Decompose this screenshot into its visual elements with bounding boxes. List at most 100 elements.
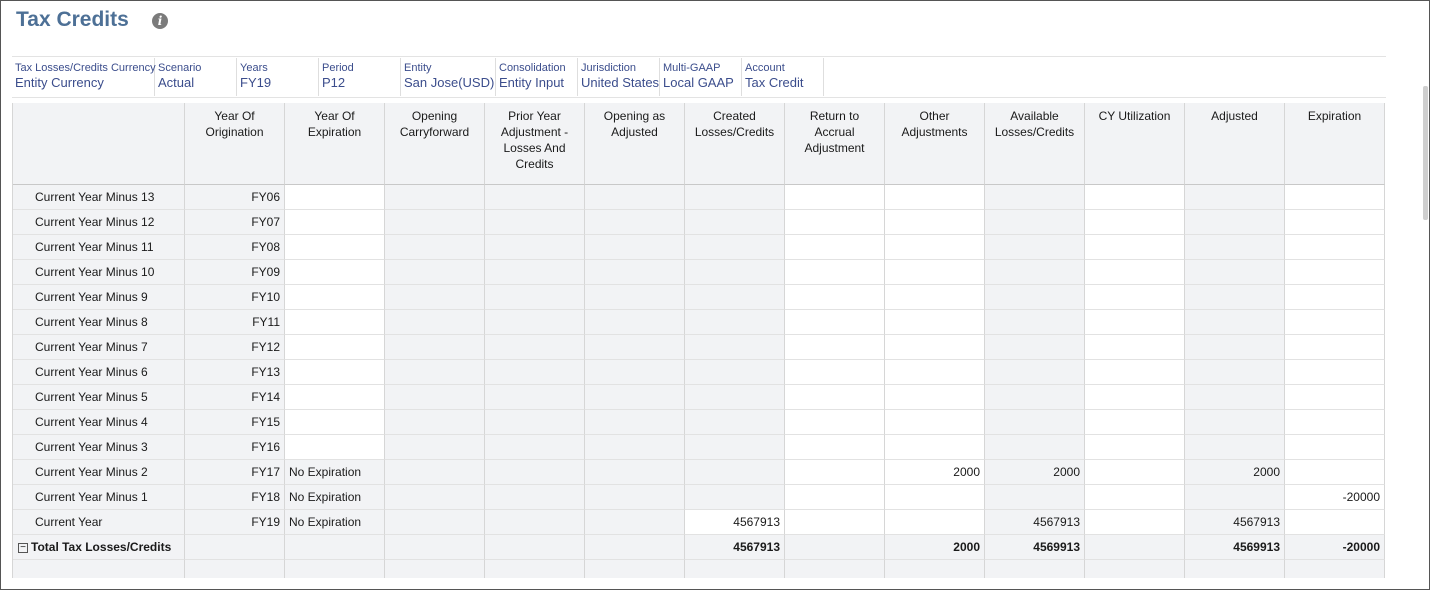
expiration-year-cell[interactable]: [285, 285, 385, 310]
pov-item-consolidation[interactable]: Consolidation Entity Input: [496, 58, 578, 96]
data-cell[interactable]: [785, 410, 885, 435]
data-cell[interactable]: [885, 435, 985, 460]
data-cell[interactable]: [1085, 510, 1185, 535]
pov-item-period[interactable]: Period P12: [319, 58, 401, 96]
data-cell[interactable]: [785, 185, 885, 210]
pov-item-account[interactable]: Account Tax Credit: [742, 58, 824, 96]
data-cell[interactable]: [1085, 485, 1185, 510]
pov-value[interactable]: Tax Credit: [745, 75, 820, 90]
data-cell[interactable]: [885, 310, 985, 335]
row-header: Current Year Minus 11: [13, 235, 185, 260]
expiration-year-cell[interactable]: [285, 410, 385, 435]
pov-value[interactable]: United States: [581, 75, 659, 90]
pov-item-years[interactable]: Years FY19: [237, 58, 319, 96]
data-cell[interactable]: [785, 385, 885, 410]
data-cell[interactable]: [1085, 435, 1185, 460]
data-cell[interactable]: [885, 485, 985, 510]
data-cell: [1185, 335, 1285, 360]
data-cell[interactable]: [1085, 460, 1185, 485]
expiration-year-cell[interactable]: [285, 360, 385, 385]
data-cell[interactable]: [885, 260, 985, 285]
pov-item-scenario[interactable]: Scenario Actual: [155, 58, 237, 96]
data-cell[interactable]: [885, 385, 985, 410]
data-cell[interactable]: [785, 235, 885, 260]
data-cell[interactable]: [785, 285, 885, 310]
data-cell[interactable]: [785, 335, 885, 360]
pov-value[interactable]: Actual: [158, 75, 233, 90]
data-cell[interactable]: [1085, 235, 1185, 260]
data-cell[interactable]: [885, 235, 985, 260]
data-cell[interactable]: [1085, 210, 1185, 235]
pov-value[interactable]: P12: [322, 75, 397, 90]
data-cell[interactable]: [885, 510, 985, 535]
data-cell[interactable]: [885, 210, 985, 235]
data-cell[interactable]: [785, 485, 885, 510]
data-cell[interactable]: [785, 210, 885, 235]
data-cell: [685, 410, 785, 435]
data-cell[interactable]: [1285, 435, 1385, 460]
data-cell[interactable]: [785, 510, 885, 535]
data-cell[interactable]: [785, 435, 885, 460]
data-cell[interactable]: [1085, 185, 1185, 210]
data-cell[interactable]: 2000: [885, 460, 985, 485]
data-cell[interactable]: 4567913: [685, 510, 785, 535]
data-cell[interactable]: -20000: [1285, 485, 1385, 510]
pov-item-jurisdiction[interactable]: Jurisdiction United States: [578, 58, 660, 96]
divider: [12, 97, 1386, 98]
collapse-icon[interactable]: −: [18, 542, 28, 553]
pov-item-entity[interactable]: Entity San Jose(USD): [401, 58, 496, 96]
data-cell[interactable]: [885, 360, 985, 385]
data-cell[interactable]: [1285, 260, 1385, 285]
data-cell[interactable]: [1285, 335, 1385, 360]
info-icon[interactable]: i: [152, 13, 168, 29]
pov-value[interactable]: Entity Input: [499, 75, 574, 90]
data-cell[interactable]: [885, 185, 985, 210]
pov-item-tax-losses-credits-currency[interactable]: Tax Losses/Credits Currency Entity Curren…: [12, 58, 156, 96]
expiration-year-cell[interactable]: [285, 260, 385, 285]
row-header: Current Year Minus 3: [13, 435, 185, 460]
data-cell[interactable]: [885, 335, 985, 360]
vertical-scrollbar[interactable]: [1423, 86, 1428, 220]
data-cell: [485, 510, 585, 535]
expiration-year-cell[interactable]: [285, 185, 385, 210]
data-cell[interactable]: [1285, 210, 1385, 235]
total-cell: 4569913: [1185, 535, 1285, 560]
data-cell: [985, 310, 1085, 335]
data-cell[interactable]: [885, 410, 985, 435]
data-cell[interactable]: [1085, 335, 1185, 360]
data-cell[interactable]: [785, 260, 885, 285]
data-cell[interactable]: [1285, 360, 1385, 385]
pov-value[interactable]: Local GAAP: [663, 75, 738, 90]
empty-cell: [885, 560, 985, 578]
data-cell[interactable]: [1085, 285, 1185, 310]
data-cell[interactable]: [1085, 260, 1185, 285]
data-cell[interactable]: [1085, 360, 1185, 385]
pov-item-multi-gaap[interactable]: Multi-GAAP Local GAAP: [660, 58, 742, 96]
data-cell[interactable]: [1085, 385, 1185, 410]
data-cell[interactable]: [1085, 310, 1185, 335]
pov-value[interactable]: San Jose(USD): [404, 75, 494, 90]
data-cell[interactable]: [1085, 410, 1185, 435]
pov-value[interactable]: FY19: [240, 75, 315, 90]
pov-value[interactable]: Entity Currency: [15, 75, 151, 90]
data-cell[interactable]: [1285, 185, 1385, 210]
origination-cell: FY13: [185, 360, 285, 385]
expiration-year-cell[interactable]: [285, 435, 385, 460]
expiration-year-cell[interactable]: [285, 385, 385, 410]
data-cell[interactable]: [885, 285, 985, 310]
data-cell[interactable]: [1285, 235, 1385, 260]
expiration-year-cell[interactable]: [285, 310, 385, 335]
expiration-year-cell[interactable]: [285, 235, 385, 260]
expiration-year-cell[interactable]: [285, 210, 385, 235]
data-cell[interactable]: [1285, 310, 1385, 335]
data-cell[interactable]: [785, 460, 885, 485]
data-cell: [1185, 410, 1285, 435]
data-cell[interactable]: [1285, 385, 1385, 410]
expiration-year-cell[interactable]: [285, 335, 385, 360]
data-cell[interactable]: [785, 310, 885, 335]
data-cell[interactable]: [1285, 510, 1385, 535]
data-cell[interactable]: [785, 360, 885, 385]
data-cell[interactable]: [1285, 285, 1385, 310]
data-cell[interactable]: [1285, 460, 1385, 485]
data-cell[interactable]: [1285, 410, 1385, 435]
